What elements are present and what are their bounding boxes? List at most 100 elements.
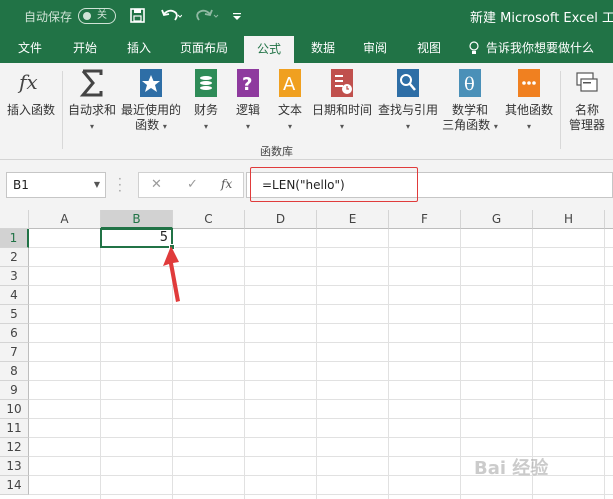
financial-icon xyxy=(195,69,217,97)
name-manager-icon xyxy=(576,72,598,92)
sigma-icon xyxy=(79,69,103,97)
row-header-14[interactable]: 14 xyxy=(0,476,29,495)
insert-function-button[interactable]: fx 插入函数 xyxy=(4,67,58,118)
gridline xyxy=(29,437,613,438)
logical-button[interactable]: ? 逻辑 ▾ xyxy=(228,67,268,134)
ribbon-formulas: fx 插入函数 自动求和 ▾ 最近使用的 函数 ▾ 财务 ▾ ? 逻辑 ▾ A … xyxy=(0,63,613,160)
gridline xyxy=(460,229,461,499)
column-header-h[interactable]: H xyxy=(533,210,605,229)
svg-text:A: A xyxy=(283,74,296,95)
logical-icon: ? xyxy=(237,69,259,97)
more-functions-button[interactable]: 其他函数 ▾ xyxy=(502,67,556,134)
insert-function-label: 插入函数 xyxy=(6,103,55,117)
lightbulb-icon xyxy=(469,41,479,54)
text-label: 文本 xyxy=(277,103,302,117)
save-icon[interactable] xyxy=(130,6,146,26)
undo-icon[interactable] xyxy=(160,6,183,26)
recently-used-button[interactable]: 最近使用的 函数 ▾ xyxy=(120,67,182,134)
column-header-c[interactable]: C xyxy=(173,210,245,229)
column-header-a[interactable]: A xyxy=(29,210,101,229)
gridline xyxy=(29,342,613,343)
ribbon-separator xyxy=(62,71,63,149)
tab-data[interactable]: 数据 xyxy=(300,33,346,63)
tell-me-search[interactable]: 告诉我你想要做什么 xyxy=(486,33,594,63)
column-header-d[interactable]: D xyxy=(245,210,317,229)
calendar-clock-icon xyxy=(331,69,353,97)
autosum-label: 自动求和 xyxy=(67,103,116,117)
math-icon: θ xyxy=(459,69,481,97)
tab-file[interactable]: 文件 xyxy=(8,33,52,63)
row-header-1[interactable]: 1 xyxy=(0,229,29,248)
row-header-2[interactable]: 2 xyxy=(0,248,29,267)
row-header-9[interactable]: 9 xyxy=(0,381,29,400)
row-header-10[interactable]: 10 xyxy=(0,400,29,419)
column-header-b[interactable]: B xyxy=(101,210,173,229)
chevron-down-icon: ▾ xyxy=(89,122,94,131)
date-time-label: 日期和时间 xyxy=(311,103,372,117)
column-header-f[interactable]: F xyxy=(389,210,461,229)
more-functions-icon xyxy=(518,69,540,97)
more-functions-label: 其他函数 xyxy=(504,103,553,117)
gridline xyxy=(29,304,613,305)
name-box-value: B1 xyxy=(13,178,29,192)
row-header-11[interactable]: 11 xyxy=(0,419,29,438)
chevron-down-icon: ▾ xyxy=(526,122,531,131)
chevron-down-icon: ▾ xyxy=(287,122,292,131)
gridline xyxy=(29,361,613,362)
select-all-corner[interactable] xyxy=(0,210,29,229)
chevron-down-icon: ▾ xyxy=(493,122,498,131)
gridline xyxy=(29,494,613,495)
tab-view[interactable]: 视图 xyxy=(406,33,452,63)
column-header-g[interactable]: G xyxy=(461,210,533,229)
date-time-button[interactable]: 日期和时间 ▾ xyxy=(310,67,374,134)
insert-function-icon[interactable]: fx xyxy=(221,177,232,191)
autosave-toggle[interactable]: 关 xyxy=(78,8,116,24)
customize-quick-access-icon[interactable] xyxy=(232,6,242,26)
cancel-icon[interactable]: ✕ xyxy=(151,177,162,192)
name-manager-label-1: 名称 xyxy=(574,103,599,117)
name-manager-button[interactable]: 名称 管理器 xyxy=(564,67,610,133)
autosum-button[interactable]: 自动求和 ▾ xyxy=(66,67,118,134)
redo-icon[interactable] xyxy=(194,6,220,26)
row-header-13[interactable]: 13 xyxy=(0,457,29,476)
text-icon: A xyxy=(279,69,301,97)
star-book-icon xyxy=(140,69,162,97)
gridline xyxy=(29,418,613,419)
tab-home[interactable]: 开始 xyxy=(62,33,108,63)
tab-formulas[interactable]: 公式 xyxy=(244,36,294,63)
tab-page-layout[interactable]: 页面布局 xyxy=(172,33,236,63)
chevron-down-icon[interactable]: ▼ xyxy=(94,173,100,197)
row-header-12[interactable]: 12 xyxy=(0,438,29,457)
ribbon-tabs: 文件 开始 插入 页面布局 公式 数据 审阅 视图 告诉我你想要做什么 xyxy=(0,33,613,63)
recently-used-label-2: 函数 xyxy=(135,118,160,132)
toggle-knob xyxy=(83,12,91,20)
row-header-5[interactable]: 5 xyxy=(0,305,29,324)
worksheet-grid[interactable]: A B C D E F G H 1 2 3 4 5 6 7 8 9 10 11 … xyxy=(0,210,613,499)
tab-review[interactable]: 审阅 xyxy=(352,33,398,63)
row-header-7[interactable]: 7 xyxy=(0,343,29,362)
math-label-1: 数学和 xyxy=(451,103,488,117)
gridline xyxy=(316,229,317,499)
financial-button[interactable]: 财务 ▾ xyxy=(186,67,226,134)
gridline xyxy=(244,229,245,499)
tab-insert[interactable]: 插入 xyxy=(116,33,162,63)
name-box[interactable]: B1 ▼ xyxy=(6,172,106,198)
gridline xyxy=(100,229,101,499)
gridline xyxy=(29,285,613,286)
row-header-3[interactable]: 3 xyxy=(0,267,29,286)
math-trig-button[interactable]: θ 数学和 三角函数 ▾ xyxy=(440,67,500,134)
enter-icon[interactable]: ✓ xyxy=(187,177,198,192)
ribbon-separator xyxy=(560,71,561,149)
gridline xyxy=(604,229,605,499)
column-header-e[interactable]: E xyxy=(317,210,389,229)
row-header-8[interactable]: 8 xyxy=(0,362,29,381)
text-functions-button[interactable]: A 文本 ▾ xyxy=(270,67,310,134)
column-header-overflow xyxy=(605,210,613,229)
row-header-4[interactable]: 4 xyxy=(0,286,29,305)
lookup-reference-button[interactable]: 查找与引用 ▾ xyxy=(376,67,440,134)
chevron-down-icon: ▾ xyxy=(162,122,167,131)
formula-bar-grip-icon[interactable]: · · · xyxy=(118,173,122,197)
watermark: Bai 经验 xyxy=(474,458,549,479)
row-header-6[interactable]: 6 xyxy=(0,324,29,343)
gridline xyxy=(29,266,613,267)
